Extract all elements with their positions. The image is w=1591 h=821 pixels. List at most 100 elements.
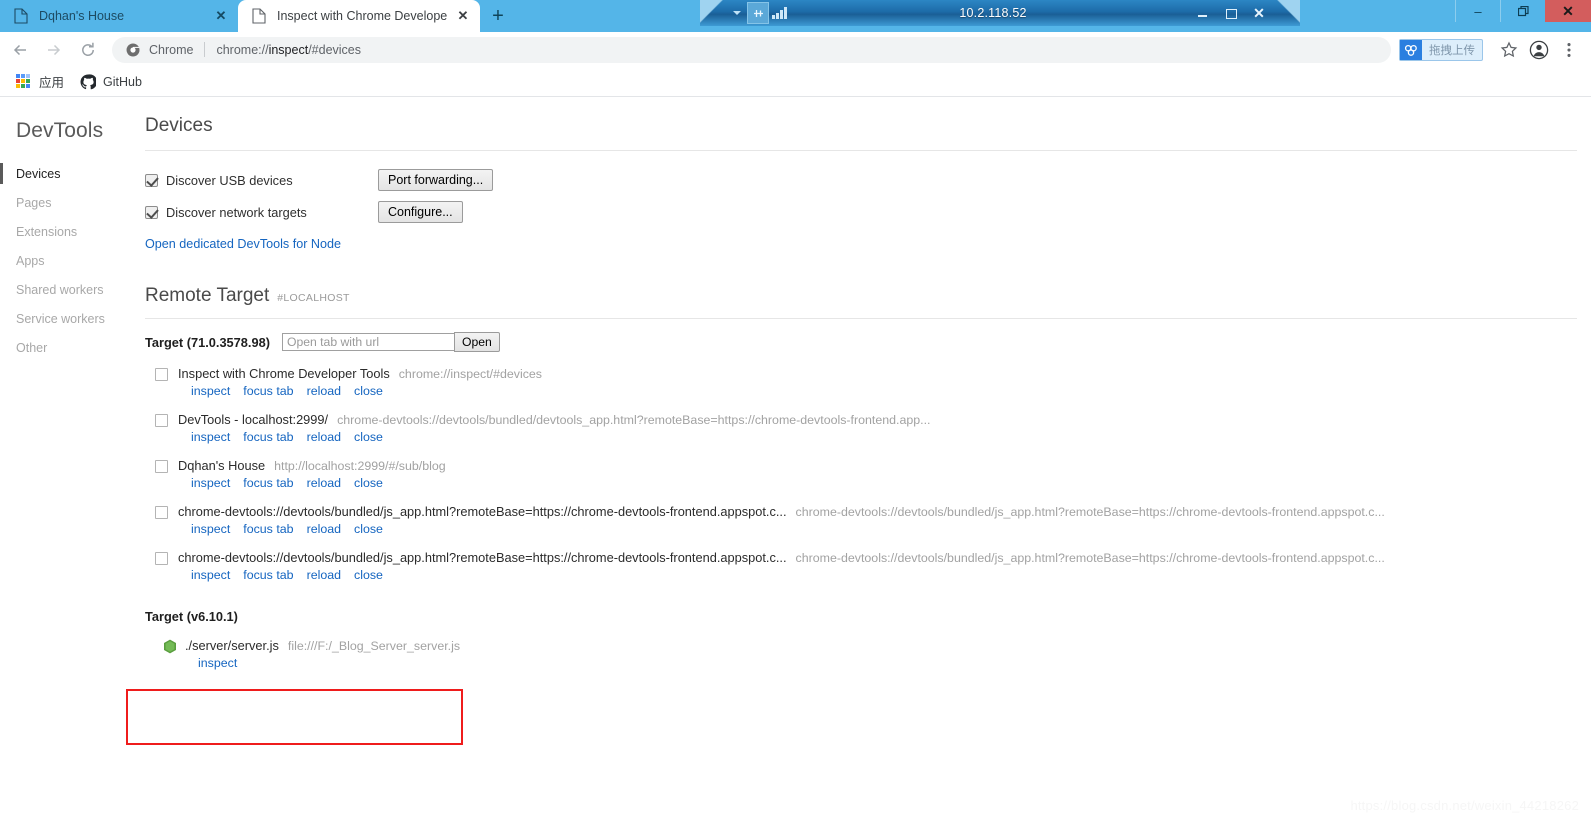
discover-network-row: Discover network targets Configure... <box>145 196 1591 228</box>
port-forwarding-button[interactable]: Port forwarding... <box>378 169 494 191</box>
github-icon <box>80 73 98 90</box>
close-action[interactable]: close <box>354 476 383 490</box>
rdp-close-button[interactable]: ✕ <box>1250 3 1268 23</box>
inspect-action[interactable]: inspect <box>191 568 230 582</box>
browser-tab-1[interactable]: Inspect with Chrome Developer T ✕ <box>238 0 480 32</box>
tab-close-icon[interactable]: ✕ <box>454 7 472 25</box>
pin-icon[interactable] <box>747 2 769 24</box>
forward-button[interactable] <box>40 36 68 64</box>
focus-tab-action[interactable]: focus tab <box>243 568 293 582</box>
discover-usb-row: Discover USB devices Port forwarding... <box>145 164 1591 196</box>
node-target-actions: inspect <box>185 656 1591 670</box>
target-row-checkbox[interactable] <box>155 552 168 565</box>
discover-network-label: Discover network targets <box>166 204 307 220</box>
sidebar-item-label: Shared workers <box>16 282 104 297</box>
browser-tab-title: Dqhan's House <box>39 9 125 23</box>
reload-icon <box>82 42 94 56</box>
target-url: chrome-devtools://devtools/bundled/js_ap… <box>795 505 1385 519</box>
target-url: chrome-devtools://devtools/bundled/js_ap… <box>795 551 1385 565</box>
remote-desktop-connection-bar: 10.2.118.52 ✕ <box>700 0 1300 26</box>
target-actions: inspect focus tab reload close <box>178 384 1591 398</box>
browser-toolbar: Chrome chrome://inspect/#devices 拖拽上传 <box>0 32 1591 67</box>
devices-panel: Devices Discover USB devices Port forwar… <box>130 97 1591 821</box>
focus-tab-action[interactable]: focus tab <box>243 384 293 398</box>
inspect-page: DevTools Devices Pages Extensions Apps S… <box>0 97 1591 821</box>
star-icon <box>1500 41 1518 57</box>
rdp-minimize-button[interactable] <box>1194 3 1212 23</box>
sidebar-item-label: Devices <box>16 166 61 181</box>
node-target-title: ./server/server.js <box>185 638 279 653</box>
discover-usb-checkbox[interactable] <box>145 173 158 187</box>
close-action[interactable]: close <box>354 430 383 444</box>
configure-button[interactable]: Configure... <box>378 201 463 223</box>
bookmark-apps[interactable]: 应用 <box>8 70 72 94</box>
page-icon <box>14 8 30 24</box>
chrome-target-group: Target (71.0.3578.98) Open Inspect with … <box>145 332 1591 582</box>
address-bar[interactable]: Chrome chrome://inspect/#devices <box>112 36 1391 63</box>
target-row-checkbox[interactable] <box>155 368 168 381</box>
browser-tab-0[interactable]: Dqhan's House ✕ <box>0 0 238 32</box>
target-row: chrome-devtools://devtools/bundled/js_ap… <box>145 490 1591 536</box>
sidebar-item-shared-workers[interactable]: Shared workers <box>0 275 130 304</box>
profile-avatar-icon <box>1529 40 1549 59</box>
focus-tab-action[interactable]: focus tab <box>243 476 293 490</box>
sidebar-item-pages[interactable]: Pages <box>0 188 130 217</box>
target-title: DevTools - localhost:2999/ <box>178 412 329 427</box>
open-dedicated-devtools-for-node-link[interactable]: Open dedicated DevTools for Node <box>145 237 341 251</box>
sidebar-item-other[interactable]: Other <box>0 333 130 362</box>
inspect-action[interactable]: inspect <box>191 522 230 536</box>
target-row-checkbox[interactable] <box>155 414 168 427</box>
target-row-checkbox[interactable] <box>155 506 168 519</box>
tab-close-icon[interactable]: ✕ <box>212 7 230 25</box>
extension-label: 拖拽上传 <box>1429 44 1475 57</box>
discover-network-checkbox[interactable] <box>145 205 158 219</box>
window-restore-button[interactable] <box>1500 0 1545 22</box>
reload-button[interactable] <box>74 36 102 64</box>
sidebar-item-extensions[interactable]: Extensions <box>0 217 130 246</box>
reload-action[interactable]: reload <box>307 384 341 398</box>
chrome-target-bar: Target (71.0.3578.98) Open <box>145 332 1591 352</box>
profile-button[interactable] <box>1525 36 1553 64</box>
apps-grid-icon <box>16 73 32 90</box>
sidebar-item-service-workers[interactable]: Service workers <box>0 304 130 333</box>
reload-action[interactable]: reload <box>307 476 341 490</box>
chrome-menu-button[interactable] <box>1555 36 1583 64</box>
bookmark-label: GitHub <box>103 74 142 89</box>
discovery-settings: Discover USB devices Port forwarding... … <box>145 151 1591 253</box>
sidebar-item-devices[interactable]: Devices <box>0 159 130 188</box>
baidu-netdisk-extension-button[interactable]: 拖拽上传 <box>1399 38 1483 61</box>
sidebar-item-apps[interactable]: Apps <box>0 246 130 275</box>
window-minimize-button[interactable]: – <box>1455 0 1500 22</box>
chevron-down-icon[interactable] <box>730 3 744 23</box>
rdp-restore-button[interactable] <box>1222 3 1240 23</box>
devtools-sidebar: DevTools Devices Pages Extensions Apps S… <box>0 97 130 821</box>
target-row: chrome-devtools://devtools/bundled/js_ap… <box>145 536 1591 582</box>
focus-tab-action[interactable]: focus tab <box>243 430 293 444</box>
inspect-action[interactable]: inspect <box>191 476 230 490</box>
reload-action[interactable]: reload <box>307 430 341 444</box>
bookmark-github[interactable]: GitHub <box>72 70 150 94</box>
signal-bars-icon[interactable] <box>772 3 792 23</box>
inspect-action[interactable]: inspect <box>191 384 230 398</box>
target-row: Inspect with Chrome Developer Tools chro… <box>145 352 1591 398</box>
sidebar-item-label: Extensions <box>16 224 78 239</box>
back-button[interactable] <box>6 36 34 64</box>
target-row-checkbox[interactable] <box>155 460 168 473</box>
inspect-action[interactable]: inspect <box>198 656 237 670</box>
inspect-action[interactable]: inspect <box>191 430 230 444</box>
new-tab-button[interactable]: + <box>485 4 511 29</box>
reload-action[interactable]: reload <box>307 522 341 536</box>
close-action[interactable]: close <box>354 568 383 582</box>
close-action[interactable]: close <box>354 384 383 398</box>
window-close-button[interactable]: ✕ <box>1545 0 1591 22</box>
open-tab-url-input[interactable] <box>281 333 454 351</box>
focus-tab-action[interactable]: focus tab <box>243 522 293 536</box>
security-chip-label: Chrome <box>149 42 194 57</box>
devtools-brand-title: DevTools <box>16 119 104 142</box>
close-action[interactable]: close <box>354 522 383 536</box>
open-tab-button[interactable]: Open <box>453 332 500 352</box>
reload-action[interactable]: reload <box>307 568 341 582</box>
bookmark-star-button[interactable] <box>1495 36 1523 64</box>
target-row: DevTools - localhost:2999/ chrome-devtoo… <box>145 398 1591 444</box>
remote-target-heading: Remote Target <box>145 285 270 306</box>
